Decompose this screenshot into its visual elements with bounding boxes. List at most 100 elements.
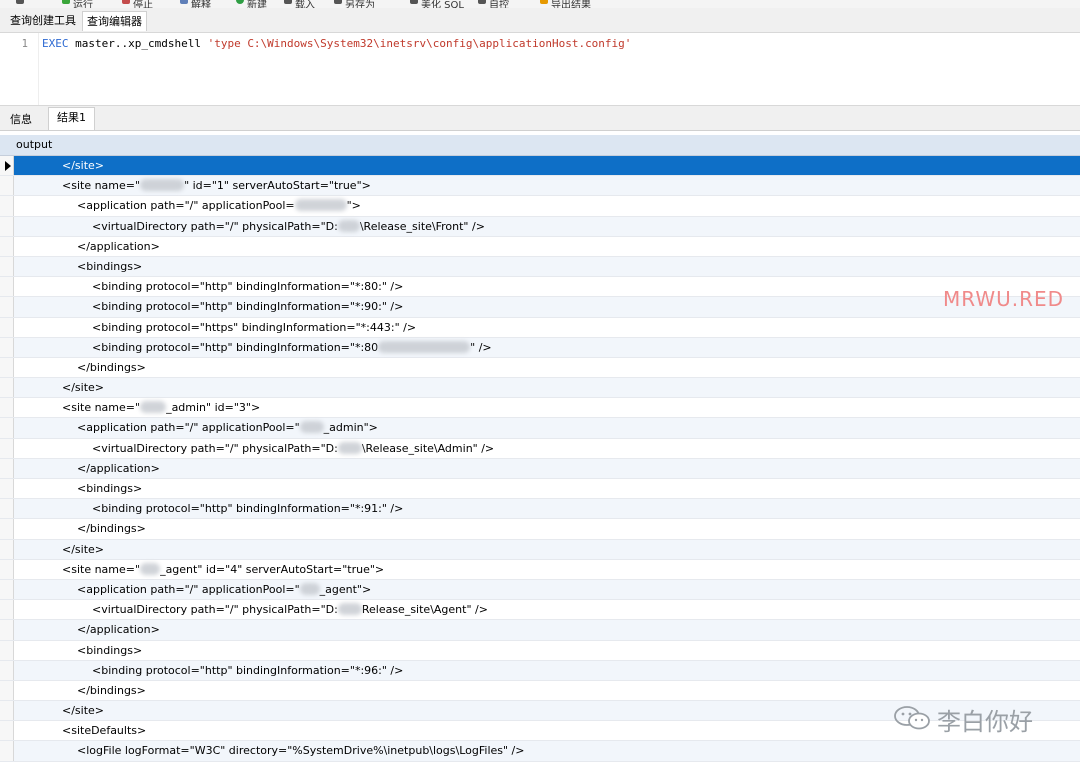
tab-result-1[interactable]: 结果1 (48, 107, 95, 130)
row-selector[interactable] (0, 721, 14, 741)
table-row[interactable]: <binding protocol="http" bindingInformat… (0, 297, 1080, 318)
row-selector[interactable] (0, 337, 14, 357)
explain-button[interactable]: 解释 (180, 0, 211, 8)
table-row[interactable]: <site name=" _admin" id="3"> (0, 398, 1080, 419)
table-row[interactable]: <bindings> (0, 640, 1080, 661)
table-row[interactable]: </site> (0, 378, 1080, 399)
tab-query-editor[interactable]: 查询编辑器 (82, 11, 147, 31)
row-selector[interactable] (0, 539, 14, 559)
output-cell[interactable]: <binding protocol="http" bindingInformat… (92, 502, 403, 515)
table-row[interactable]: </bindings> (0, 680, 1080, 702)
row-selector[interactable] (0, 579, 14, 600)
row-selector[interactable] (0, 357, 14, 378)
row-selector[interactable] (0, 196, 14, 216)
table-row[interactable]: <logFile logFormat="W3C" directory="%Sys… (0, 741, 1080, 762)
row-selector[interactable] (0, 418, 14, 438)
output-cell[interactable]: <application path="/" applicationPool=" _… (77, 421, 378, 434)
table-row[interactable]: <site name=" " id="1" serverAutoStart="tr… (0, 176, 1080, 197)
output-cell[interactable]: </site> (62, 543, 104, 556)
tab-info[interactable]: 信息 (6, 110, 36, 130)
row-selector[interactable] (0, 620, 14, 640)
output-cell[interactable]: </site> (62, 159, 104, 172)
output-cell[interactable]: </application> (77, 623, 160, 636)
output-cell[interactable]: <binding protocol="http" bindingInformat… (92, 280, 403, 293)
table-row[interactable]: </site> (0, 539, 1080, 560)
row-selector[interactable] (0, 640, 14, 660)
table-row[interactable]: <bindings> (0, 479, 1080, 500)
row-selector[interactable] (0, 660, 14, 680)
table-row[interactable]: <binding protocol="http" bindingInformat… (0, 660, 1080, 681)
table-row[interactable]: <binding protocol="http" bindingInformat… (0, 499, 1080, 520)
output-cell[interactable]: <binding protocol="http" bindingInformat… (92, 300, 403, 313)
table-row[interactable]: <virtualDirectory path="/" physicalPath=… (0, 600, 1080, 621)
tab-query-builder[interactable]: 查询创建工具 (6, 11, 80, 31)
run-button[interactable]: 运行 (62, 0, 93, 8)
output-cell[interactable]: <site name=" _admin" id="3"> (62, 401, 260, 414)
output-cell[interactable]: </bindings> (77, 361, 146, 374)
row-selector[interactable] (0, 479, 14, 499)
output-cell[interactable]: </bindings> (77, 684, 146, 697)
sql-code-line[interactable]: EXEC master..xp_cmdshell 'type C:\Window… (42, 37, 631, 50)
row-selector[interactable] (0, 236, 14, 256)
output-cell[interactable]: <bindings> (77, 644, 142, 657)
row-selector[interactable] (0, 156, 14, 176)
row-selector[interactable] (0, 559, 14, 579)
output-cell[interactable]: <application path="/" applicationPool= "> (77, 199, 361, 212)
new-button[interactable]: 新建 (236, 0, 267, 8)
output-cell[interactable]: <binding protocol="http" bindingInformat… (92, 340, 492, 354)
row-selector[interactable] (0, 499, 14, 519)
load-button[interactable]: 载入 (284, 0, 315, 8)
row-selector[interactable] (0, 519, 14, 539)
table-row[interactable]: </application> (0, 458, 1080, 479)
row-selector[interactable] (0, 216, 14, 236)
output-cell[interactable]: <virtualDirectory path="/" physicalPath=… (92, 219, 485, 233)
output-cell[interactable]: <virtualDirectory path="/" physicalPath=… (92, 441, 494, 455)
sql-editor[interactable]: 1 EXEC master..xp_cmdshell 'type C:\Wind… (0, 33, 1080, 106)
output-cell[interactable]: <site name=" _agent" id="4" serverAutoSta… (62, 562, 384, 576)
table-row[interactable]: <bindings> (0, 256, 1080, 278)
row-selector[interactable] (0, 458, 14, 478)
grid-column-header[interactable]: output (0, 135, 1080, 156)
table-row[interactable]: <virtualDirectory path="/" physicalPath=… (0, 438, 1080, 459)
row-selector[interactable] (0, 398, 14, 418)
output-cell[interactable]: <virtualDirectory path="/" physicalPath=… (92, 603, 488, 616)
output-cell[interactable]: <siteDefaults> (62, 724, 146, 737)
export-result-button[interactable]: 导出结果 (540, 0, 591, 8)
toolbar-menu-icon[interactable] (16, 0, 27, 6)
row-selector[interactable] (0, 277, 14, 297)
row-selector[interactable] (0, 176, 14, 196)
table-row[interactable]: <virtualDirectory path="/" physicalPath=… (0, 216, 1080, 237)
table-row[interactable]: <binding protocol="https" bindingInforma… (0, 317, 1080, 338)
row-selector[interactable] (0, 378, 14, 398)
beautify-sql-button[interactable]: 美化 SQL (410, 0, 464, 8)
output-cell[interactable]: </site> (62, 381, 104, 394)
row-selector[interactable] (0, 741, 14, 761)
output-cell[interactable]: <binding protocol="https" bindingInforma… (92, 321, 416, 334)
table-row[interactable]: <binding protocol="http" bindingInformat… (0, 277, 1080, 298)
output-cell[interactable]: <bindings> (77, 260, 142, 273)
autocommit-button[interactable]: 自控 (478, 0, 509, 8)
row-selector[interactable] (0, 680, 14, 701)
table-row[interactable]: </application> (0, 236, 1080, 257)
row-selector[interactable] (0, 297, 14, 317)
output-cell[interactable]: <binding protocol="http" bindingInformat… (92, 664, 403, 677)
table-row[interactable]: </bindings> (0, 357, 1080, 379)
output-cell[interactable]: <site name=" " id="1" serverAutoStart="tr… (62, 179, 371, 192)
table-row[interactable]: </bindings> (0, 519, 1080, 540)
table-row[interactable]: <site name=" _agent" id="4" serverAutoSta… (0, 559, 1080, 580)
output-cell[interactable]: </site> (62, 704, 104, 717)
row-selector[interactable] (0, 438, 14, 458)
row-selector[interactable] (0, 701, 14, 721)
output-cell[interactable]: <application path="/" applicationPool=" _… (77, 582, 371, 596)
row-selector[interactable] (0, 256, 14, 277)
output-cell[interactable]: <bindings> (77, 482, 142, 495)
table-row[interactable]: <application path="/" applicationPool= "> (0, 196, 1080, 217)
output-cell[interactable]: </application> (77, 240, 160, 253)
table-row[interactable]: </application> (0, 620, 1080, 641)
table-row[interactable]: <binding protocol="http" bindingInformat… (0, 337, 1080, 358)
table-row[interactable]: <application path="/" applicationPool=" _… (0, 418, 1080, 439)
table-row[interactable]: <application path="/" applicationPool=" _… (0, 579, 1080, 601)
table-row[interactable]: </site> (0, 156, 1080, 177)
output-cell[interactable]: </application> (77, 462, 160, 475)
stop-button[interactable]: 停止 (122, 0, 153, 8)
